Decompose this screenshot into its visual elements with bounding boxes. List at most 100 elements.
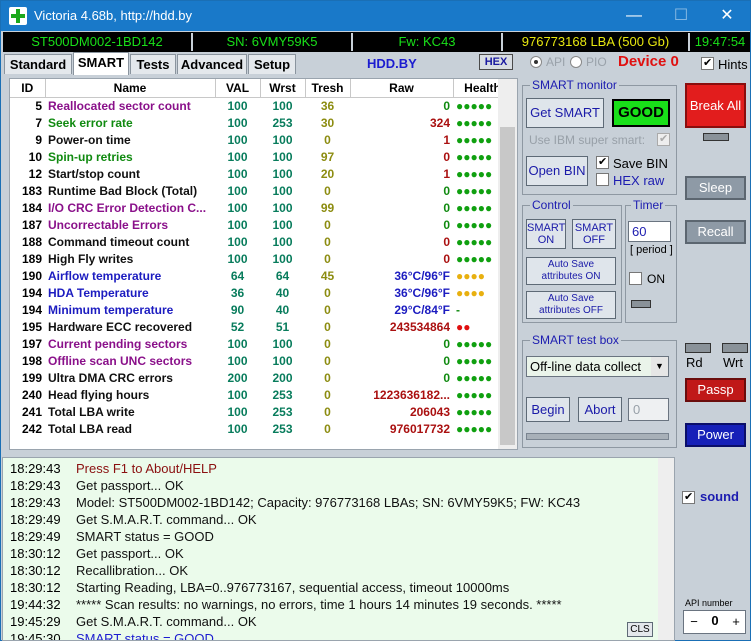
ibm-super-smart-label: Use IBM super smart: [529, 133, 646, 147]
timer-period-input[interactable]: 60 [628, 221, 671, 242]
table-row[interactable]: 197 Current pending sectors 100 100 0 0 ●●●●● [10, 335, 512, 352]
table-row[interactable]: 5 Reallocated sector count 100 100 36 0 ●●●●● [10, 97, 512, 114]
abort-button[interactable]: Abort [578, 397, 622, 422]
break-all-button[interactable]: Break All [685, 83, 746, 128]
power-button[interactable]: Power [685, 423, 746, 447]
table-row[interactable]: 240 Head flying hours 100 253 0 1223636182...… [10, 386, 512, 403]
test-type-select[interactable]: Off-line data collect ▼ [526, 356, 669, 377]
get-smart-button[interactable]: Get SMART [526, 98, 604, 128]
attr-val: 100 [227, 115, 248, 130]
log-line: 19:44:32 ***** Scan results: no warnings,… [10, 597, 562, 614]
device-label: Device 0 [618, 53, 679, 70]
maximize-button[interactable]: ☐ [658, 1, 704, 31]
save-bin-checkbox[interactable] [596, 155, 609, 169]
passp-button[interactable]: Passp [685, 378, 746, 402]
table-row[interactable]: 188 Command timeout count 100 100 0 0 ●●●●● [10, 233, 512, 250]
attr-raw: 243534864 [389, 319, 450, 334]
col-val[interactable]: VAL [215, 79, 261, 98]
log-time: 18:30:12 [10, 580, 61, 595]
recall-button[interactable]: Recall [685, 220, 746, 244]
table-row[interactable]: 194 Minimum temperature 90 40 0 29°C/84°F - [10, 301, 512, 318]
autosave-off-button[interactable]: Auto Save attributes OFF [526, 291, 616, 319]
smart-attribute-table[interactable]: ID Name VAL Wrst Tresh Raw Health 5 Reall… [9, 78, 518, 450]
ibm-super-smart-checkbox[interactable] [657, 132, 670, 146]
attr-worst: 100 [272, 166, 293, 181]
tab-standard[interactable]: Standard [4, 54, 72, 74]
col-tresh[interactable]: Tresh [305, 79, 351, 98]
col-wrst[interactable]: Wrst [260, 79, 306, 98]
table-row[interactable]: 189 High Fly writes 100 100 0 0 ●●●●● [10, 250, 512, 267]
site-link[interactable]: HDD.BY [367, 56, 417, 71]
chevron-down-icon[interactable]: ▼ [651, 357, 668, 376]
table-row[interactable]: 7 Seek error rate 100 253 30 324 ●●●●● [10, 114, 512, 131]
attr-worst: 100 [272, 234, 293, 249]
attr-raw: 1 [443, 166, 450, 181]
hex-raw-checkbox[interactable] [596, 173, 609, 186]
sound-label: sound [700, 489, 739, 504]
table-row[interactable]: 184 I/O CRC Error Detection C... 100 100 99 0… [10, 199, 512, 216]
table-scrollbar[interactable] [498, 79, 517, 449]
attr-val: 100 [227, 166, 248, 181]
table-row[interactable]: 10 Spin-up retries 100 100 97 0 ●●●●● [10, 148, 512, 165]
smart-on-button[interactable]: SMART ON [526, 219, 566, 249]
tab-advanced[interactable]: Advanced [177, 54, 247, 74]
event-log[interactable]: 18:29:43 Press F1 to About/HELP 18:29:43 Ge… [2, 457, 675, 641]
table-row[interactable]: 190 Airflow temperature 64 64 45 36°C/96°F ●●●… [10, 267, 512, 284]
attr-id: 188 [21, 234, 42, 249]
close-button[interactable]: ✕ [704, 1, 750, 31]
rd-label: Rd [686, 355, 703, 370]
attr-raw: 0 [443, 251, 450, 266]
api-radio[interactable] [530, 56, 542, 68]
clock: 19:47:54 [694, 34, 746, 49]
minimize-button[interactable]: — [611, 1, 657, 31]
api-number-decrement[interactable]: − [686, 612, 702, 632]
victoria-window: Victoria 4.68b, http://hdd.by — ☐ ✕ ST50… [0, 0, 751, 641]
col-name[interactable]: Name [45, 79, 216, 98]
tab-setup[interactable]: Setup [248, 54, 296, 74]
timer-title: Timer [631, 198, 666, 212]
hints-checkbox[interactable] [701, 56, 714, 70]
attr-raw: 324 [429, 115, 450, 130]
hex-button[interactable]: HEX [479, 54, 513, 70]
table-row[interactable]: 241 Total LBA write 100 253 0 206043 ●●●●● [10, 403, 512, 420]
attr-threshold: 0 [324, 336, 331, 351]
log-message: Get passport... OK [76, 546, 184, 561]
table-row[interactable]: 12 Start/stop count 100 100 20 1 ●●●●● [10, 165, 512, 182]
attr-name: Total LBA write [48, 404, 135, 419]
table-row[interactable]: 183 Runtime Bad Block (Total) 100 100 0 0 ●●●●… [10, 182, 512, 199]
timer-on-checkbox[interactable] [629, 272, 642, 285]
col-id[interactable]: ID [10, 79, 46, 98]
col-raw[interactable]: Raw [350, 79, 454, 98]
table-row[interactable]: 194 HDA Temperature 36 40 0 36°C/96°F ●●●● [10, 284, 512, 301]
log-message: SMART status = GOOD [76, 529, 214, 544]
api-number-increment[interactable]: + [728, 612, 744, 632]
log-time: 18:29:43 [10, 461, 61, 476]
attr-threshold: 97 [320, 149, 335, 164]
title-bar[interactable]: Victoria 4.68b, http://hdd.by — ☐ ✕ [1, 1, 750, 31]
pio-radio[interactable] [570, 56, 582, 68]
tab-tests[interactable]: Tests [130, 54, 176, 74]
api-number-stepper[interactable]: − 0 + [683, 610, 746, 634]
attr-val: 100 [227, 421, 248, 436]
table-row[interactable]: 187 Uncorrectable Errors 100 100 0 0 ●●●●● [10, 216, 512, 233]
table-row[interactable]: 242 Total LBA read 100 253 0 976017732 ●●●●● [10, 420, 512, 437]
sound-checkbox[interactable] [682, 490, 695, 504]
autosave-on-button[interactable]: Auto Save attributes ON [526, 257, 616, 285]
test-number-input[interactable]: 0 [628, 398, 669, 421]
table-scroll-thumb[interactable] [500, 127, 515, 445]
attr-raw: 1223636182... [373, 387, 450, 402]
tab-smart[interactable]: SMART [73, 52, 129, 75]
attr-name: Minimum temperature [48, 302, 174, 317]
smart-off-button[interactable]: SMART OFF [572, 219, 616, 249]
table-row[interactable]: 198 Offline scan UNC sectors 100 100 0 0 ●●●●● [10, 352, 512, 369]
log-scrollbar[interactable] [658, 458, 674, 640]
cls-button[interactable]: CLS [627, 622, 653, 637]
open-bin-button[interactable]: Open BIN [526, 156, 588, 186]
begin-button[interactable]: Begin [526, 397, 570, 422]
attr-val: 52 [230, 319, 245, 334]
sleep-button[interactable]: Sleep [685, 176, 746, 200]
table-row[interactable]: 9 Power-on time 100 100 0 1 ●●●●● [10, 131, 512, 148]
table-row[interactable]: 195 Hardware ECC recovered 52 51 0 243534864 ●… [10, 318, 512, 335]
attr-val: 100 [227, 98, 248, 113]
table-row[interactable]: 199 Ultra DMA CRC errors 200 200 0 0 ●●●●● [10, 369, 512, 386]
